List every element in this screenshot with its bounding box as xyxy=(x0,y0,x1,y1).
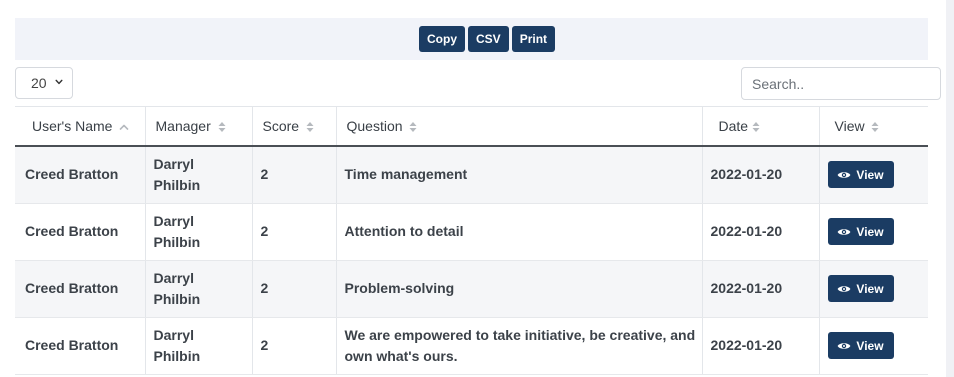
table-header-row: User's Name Manager Score Question Date … xyxy=(15,106,928,147)
csv-button[interactable]: CSV xyxy=(468,26,509,52)
cell-score: 2 xyxy=(251,317,336,375)
cell-score: 2 xyxy=(251,146,336,204)
column-header-score[interactable]: Score xyxy=(251,106,336,147)
cell-date: 2022-01-20 xyxy=(701,317,819,375)
manager-first-name: Darryl xyxy=(153,269,194,286)
cell-question: Problem-solving xyxy=(335,260,702,318)
table-row: Creed Bratton Darryl Philbin 2 Problem-so… xyxy=(15,260,928,318)
view-button[interactable]: View xyxy=(827,332,894,359)
column-header-view[interactable]: View xyxy=(818,106,928,147)
view-button-label: View xyxy=(856,281,884,296)
copy-button[interactable]: Copy xyxy=(419,26,465,52)
manager-first-name: Darryl xyxy=(153,212,194,229)
table-row: Creed Bratton Darryl Philbin 2 Time manag… xyxy=(15,146,928,204)
cell-view: View xyxy=(818,146,928,204)
cell-question: Time management xyxy=(335,146,702,204)
question-text: We are empowered to take initiative, be … xyxy=(344,326,696,343)
chevron-down-icon xyxy=(55,79,63,85)
page-length-select[interactable]: 20 xyxy=(15,67,73,99)
cell-manager: Darryl Philbin xyxy=(144,146,252,204)
table-row: Creed Bratton Darryl Philbin 2 Attention … xyxy=(15,203,928,261)
results-table: User's Name Manager Score Question Date … xyxy=(15,106,928,375)
sort-icon xyxy=(218,122,226,133)
cell-date: 2022-01-20 xyxy=(701,260,819,318)
view-button[interactable]: View xyxy=(827,275,894,302)
cell-manager: Darryl Philbin xyxy=(144,203,252,261)
sort-ascending-icon xyxy=(120,124,129,131)
print-button[interactable]: Print xyxy=(511,26,556,52)
question-text-continued: own what's ours. xyxy=(344,347,458,364)
cell-user-name: Creed Bratton xyxy=(15,317,145,375)
question-text: Time management xyxy=(344,166,468,183)
manager-first-name: Darryl xyxy=(153,326,194,343)
view-button-label: View xyxy=(856,167,884,182)
search-input[interactable] xyxy=(741,67,941,100)
sort-icon xyxy=(409,122,417,133)
manager-last-name: Philbin xyxy=(153,176,201,193)
cell-score: 2 xyxy=(251,260,336,318)
cell-question: Attention to detail xyxy=(335,203,702,261)
column-header-question[interactable]: Question xyxy=(335,106,702,147)
cell-user-name: Creed Bratton xyxy=(15,146,145,204)
cell-user-name: Creed Bratton xyxy=(15,260,145,318)
cell-date: 2022-01-20 xyxy=(701,146,819,204)
cell-manager: Darryl Philbin xyxy=(144,260,252,318)
sort-icon xyxy=(871,122,879,133)
view-button[interactable]: View xyxy=(827,218,894,245)
eye-icon xyxy=(838,228,851,235)
sort-icon xyxy=(752,122,760,133)
question-text: Attention to detail xyxy=(344,223,464,239)
page-scrollbar[interactable] xyxy=(946,0,954,377)
export-button-group: Copy CSV Print xyxy=(419,26,556,52)
sort-icon xyxy=(306,122,314,133)
column-header-manager[interactable]: Manager xyxy=(144,106,252,147)
eye-icon xyxy=(838,285,851,292)
page-length-value: 20 xyxy=(31,75,47,91)
cell-question: We are empowered to take initiative, be … xyxy=(335,317,702,375)
manager-last-name: Philbin xyxy=(153,347,201,364)
manager-last-name: Philbin xyxy=(153,233,201,250)
cell-score: 2 xyxy=(251,203,336,261)
column-header-date[interactable]: Date xyxy=(701,106,819,147)
manager-last-name: Philbin xyxy=(153,290,201,307)
question-text: Problem-solving xyxy=(344,280,455,296)
cell-user-name: Creed Bratton xyxy=(15,203,145,261)
view-button[interactable]: View xyxy=(827,161,894,189)
column-header-users-name[interactable]: User's Name xyxy=(15,106,145,147)
table-row: Creed Bratton Darryl Philbin 2 We are emp… xyxy=(15,317,928,375)
cell-view: View xyxy=(818,317,928,375)
cell-view: View xyxy=(818,203,928,261)
cell-date: 2022-01-20 xyxy=(701,203,819,261)
report-panel: Copy CSV Print 20 User's Name xyxy=(0,0,946,377)
view-button-label: View xyxy=(856,224,884,239)
eye-icon xyxy=(838,171,851,178)
cell-manager: Darryl Philbin xyxy=(144,317,252,375)
cell-view: View xyxy=(818,260,928,318)
manager-first-name: Darryl xyxy=(153,155,194,172)
eye-icon xyxy=(838,342,851,349)
view-button-label: View xyxy=(856,338,884,353)
export-toolbar: Copy CSV Print xyxy=(15,18,928,60)
